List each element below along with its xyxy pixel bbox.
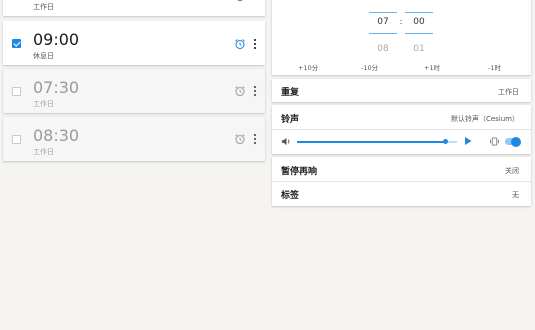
play-icon[interactable]: [464, 137, 472, 145]
snooze-label: 暂停再响: [281, 167, 318, 177]
volume-slider-thumb[interactable]: [443, 139, 449, 144]
volume-icon: [282, 137, 290, 146]
alarm-card-0830[interactable]: 08:30 工作日: [3, 117, 265, 161]
volume-slider-track[interactable]: [297, 139, 457, 144]
hour-picker-next[interactable]: 08: [369, 44, 397, 54]
alarm-clock-icon[interactable]: [234, 0, 246, 2]
minus-10-min-button[interactable]: -10分: [361, 62, 378, 72]
alarm-label: 工作日: [33, 148, 54, 156]
ringtone-label: 铃声: [281, 115, 300, 125]
alarm-label: 工作日: [33, 3, 54, 11]
ringtone-divider: [272, 129, 531, 130]
alarm-clock-icon[interactable]: [234, 85, 246, 97]
hour-picker-line-top: [369, 12, 397, 13]
repeat-row[interactable]: 重复 工作日: [272, 79, 531, 102]
tag-row[interactable]: 标签 无: [272, 182, 531, 206]
repeat-value: 工作日: [498, 88, 519, 96]
ringtone-card: 铃声 默认铃声（Cesium）: [272, 105, 531, 154]
minute-picker-line-top: [405, 12, 433, 13]
alarm-enable-checkbox[interactable]: [12, 87, 21, 96]
tag-label: 标签: [281, 191, 300, 201]
minute-picker[interactable]: 00: [405, 17, 433, 27]
minute-picker-next[interactable]: 01: [405, 44, 433, 54]
more-options-icon[interactable]: [252, 38, 258, 50]
alarm-card-0900[interactable]: 09:00 休息日: [3, 21, 265, 65]
snooze-value: 关闭: [505, 167, 519, 175]
vibrate-icon: [490, 137, 499, 146]
alarm-enable-checkbox[interactable]: [12, 39, 21, 48]
alarm-time[interactable]: 09:00: [33, 31, 79, 49]
alarm-label: 休息日: [33, 52, 54, 60]
add-10-min-button[interactable]: +10分: [298, 62, 318, 72]
volume-slider-fill: [297, 141, 446, 143]
add-1-hour-button[interactable]: +1时: [424, 62, 440, 72]
snooze-row[interactable]: 暂停再响 关闭: [272, 157, 531, 181]
vibrate-toggle[interactable]: [505, 136, 521, 147]
alarm-label: 工作日: [33, 100, 54, 108]
ringtone-value[interactable]: 默认铃声（Cesium）: [451, 114, 519, 124]
more-options-icon[interactable]: [252, 133, 258, 145]
repeat-label: 重复: [281, 88, 300, 98]
minute-picker-line-bottom: [405, 33, 433, 34]
tag-value: 无: [512, 191, 519, 199]
alarm-enable-checkbox[interactable]: [12, 135, 21, 144]
alarm-card-workday[interactable]: 工作日: [3, 0, 265, 16]
more-options-icon[interactable]: [252, 85, 258, 97]
minus-1-hour-button[interactable]: -1时: [488, 62, 501, 72]
alarm-time[interactable]: 08:30: [33, 127, 79, 145]
alarm-card-0730[interactable]: 07:30 工作日: [3, 69, 265, 113]
alarm-time[interactable]: 07:30: [33, 79, 79, 97]
hour-picker-line-bottom: [369, 33, 397, 34]
alarm-clock-icon[interactable]: [234, 133, 246, 145]
vibrate-toggle-thumb: [511, 136, 521, 147]
alarm-clock-icon[interactable]: [234, 38, 246, 50]
time-picker-card: 07 : 00 08 01 +10分 -10分 +1时 -1时: [272, 0, 531, 75]
snooze-tag-card: 暂停再响 关闭 标签 无: [272, 157, 531, 206]
